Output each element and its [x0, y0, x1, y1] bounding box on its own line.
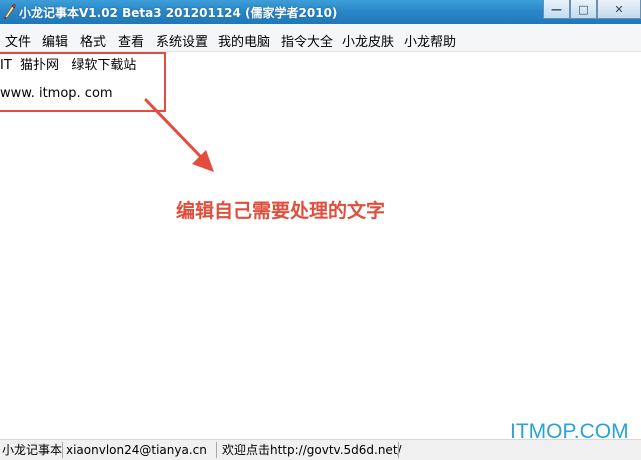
- menu-format[interactable]: 格式: [80, 31, 106, 50]
- close-button[interactable]: ✕: [597, 0, 641, 19]
- menu-my-computer[interactable]: 我的电脑: [218, 31, 270, 50]
- menu-edit[interactable]: 编辑: [42, 31, 68, 50]
- menu-file[interactable]: 文件: [5, 31, 31, 50]
- menu-view[interactable]: 查看: [118, 31, 144, 50]
- minimize-icon: —: [551, 2, 562, 16]
- annotation-text: 编辑自己需要处理的文字: [176, 200, 386, 222]
- status-website[interactable]: 欢迎点击http://govtv.5d6d.net/: [220, 441, 402, 459]
- menu-bar: 文件 编辑 格式 查看 系统设置 我的电脑 指令大全 小龙皮肤 小龙帮助: [0, 24, 641, 52]
- maximize-button[interactable]: □: [570, 0, 597, 19]
- menu-skins[interactable]: 小龙皮肤: [342, 31, 394, 50]
- close-icon: ✕: [614, 2, 624, 16]
- menu-settings[interactable]: 系统设置: [156, 31, 208, 50]
- arrow-icon: [144, 98, 214, 172]
- text-editor[interactable]: IT 猫扑网 绿软下载站 www. itmop. com 编辑自己需要处理的文字: [0, 52, 641, 438]
- app-icon: [4, 3, 16, 19]
- status-email: xiaonvlon24@tianya.cn: [66, 443, 207, 457]
- status-bar: 小龙记事本 xiaonvlon24@tianya.cn 欢迎点击http://g…: [0, 439, 641, 460]
- status-divider: [216, 442, 217, 458]
- title-bar: 小龙记事本V1.02 Beta3 201201124 (儒家学者2010) — …: [0, 0, 641, 24]
- status-divider: [398, 442, 399, 458]
- maximize-icon: □: [578, 2, 589, 16]
- window-title: 小龙记事本V1.02 Beta3 201201124 (儒家学者2010): [19, 6, 338, 20]
- menu-help[interactable]: 小龙帮助: [404, 31, 456, 50]
- minimize-button[interactable]: —: [543, 0, 570, 19]
- menu-commands[interactable]: 指令大全: [281, 31, 333, 50]
- window-controls: — □ ✕: [543, 0, 641, 20]
- status-divider: [62, 442, 63, 458]
- status-app-name: 小龙记事本: [2, 443, 63, 457]
